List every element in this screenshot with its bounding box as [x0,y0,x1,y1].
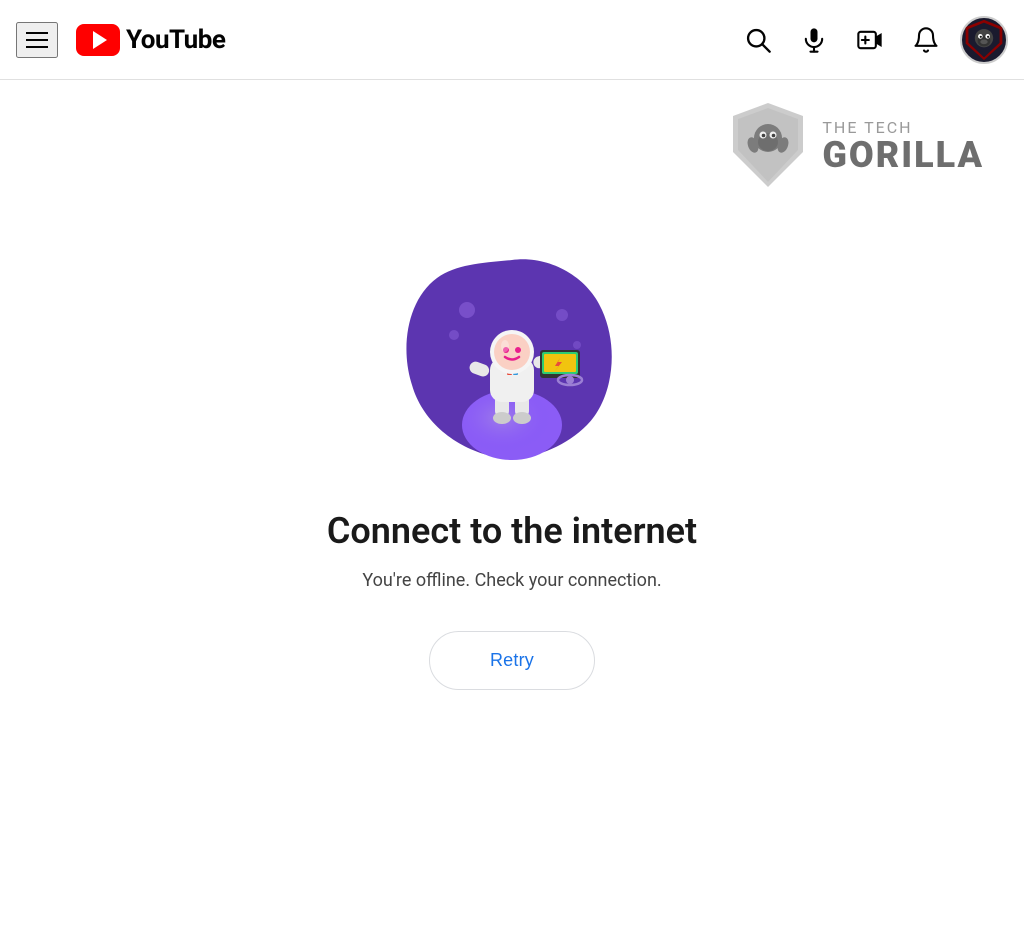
offline-illustration [392,240,632,480]
header-right [736,16,1008,64]
bell-icon [912,26,940,54]
create-video-button[interactable] [848,18,892,62]
youtube-logo[interactable]: YouTube [76,24,225,56]
mic-button[interactable] [792,18,836,62]
play-triangle-icon [93,31,107,49]
watermark: THE TECH GORILLA [728,100,984,190]
header-left: YouTube [16,22,225,58]
watermark-shield-icon [728,100,808,190]
watermark-bottom-text: GORILLA [822,137,984,173]
retry-button[interactable]: Retry [429,631,595,690]
watermark-text: THE TECH GORILLA [822,118,984,173]
create-video-icon [856,26,884,54]
header: YouTube [0,0,1024,80]
user-avatar-button[interactable] [960,16,1008,64]
search-button[interactable] [736,18,780,62]
error-subtitle: You're offline. Check your connection. [362,570,661,591]
gorilla-avatar-icon [962,16,1006,64]
youtube-logo-icon [76,24,120,56]
notifications-button[interactable] [904,18,948,62]
error-title: Connect to the internet [327,510,697,552]
youtube-logo-text: YouTube [126,25,225,55]
hamburger-menu-button[interactable] [16,22,58,58]
mic-icon [800,26,828,54]
search-icon [744,26,772,54]
